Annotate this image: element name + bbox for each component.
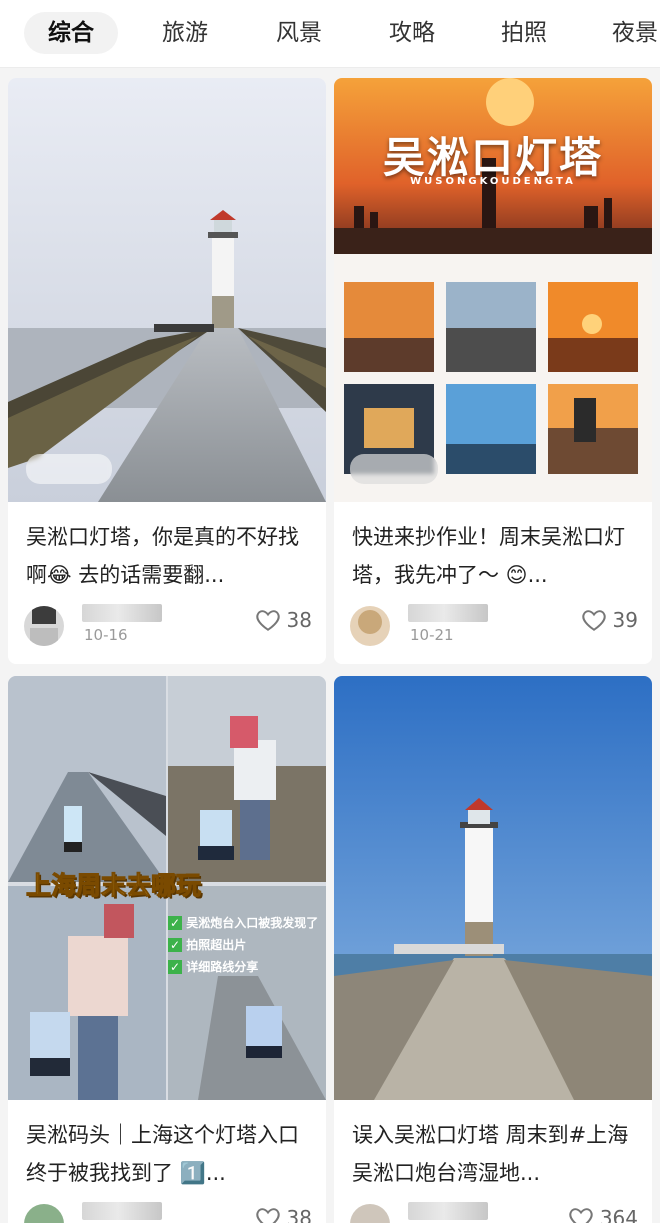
checklist-item: ✓ 详细路线分享 xyxy=(168,960,259,974)
post-meta: 10-16 38 xyxy=(24,602,312,650)
username[interactable] xyxy=(82,604,162,622)
card-cover-image[interactable] xyxy=(334,676,652,1100)
category-tabs: 综合 旅游 风景 攻略 拍照 夜景 xyxy=(0,0,660,68)
feed-card[interactable]: 吴淞口灯塔 WUSONGKOUDENGTA 快进来抄作业！周末吴淞口灯塔，我先冲… xyxy=(334,78,652,664)
card-cover-image[interactable]: 吴淞口灯塔 WUSONGKOUDENGTA xyxy=(334,78,652,502)
post-title[interactable]: 吴淞码头｜上海这个灯塔入口终于被我找到了 1️⃣... xyxy=(26,1116,312,1192)
avatar[interactable] xyxy=(24,1204,64,1223)
post-meta: 364 xyxy=(350,1200,638,1223)
card-cover-image[interactable] xyxy=(8,78,326,502)
lighthouse-pier-photo xyxy=(8,78,326,502)
checklist-item: ✓ 吴淞炮台入口被我发现了 xyxy=(168,916,319,930)
checklist-item: ✓ 拍照超出片 xyxy=(168,938,247,952)
overlay-title: 上海周末去哪玩 xyxy=(25,871,202,901)
lighthouse-blue-sky-photo xyxy=(334,676,652,1100)
like-button[interactable]: 364 xyxy=(568,1206,638,1223)
post-date: 10-21 xyxy=(410,626,454,644)
avatar[interactable] xyxy=(24,606,64,646)
tab-guide[interactable]: 攻略 xyxy=(389,12,435,54)
heart-outline-icon xyxy=(569,1208,593,1223)
username[interactable] xyxy=(82,1202,162,1220)
username[interactable] xyxy=(408,604,488,622)
avatar[interactable] xyxy=(350,1204,390,1223)
tab-comprehensive[interactable]: 综合 xyxy=(24,12,118,54)
tab-photography[interactable]: 拍照 xyxy=(501,12,547,54)
like-count: 38 xyxy=(286,608,312,632)
heart-outline-icon xyxy=(581,610,606,631)
post-meta: 38 xyxy=(24,1200,312,1223)
like-button[interactable]: 38 xyxy=(255,608,312,632)
avatar[interactable] xyxy=(350,606,390,646)
tab-scenery[interactable]: 风景 xyxy=(276,12,322,54)
overlay-checklist: ✓ 吴淞炮台入口被我发现了 ✓ 拍照超出片 ✓ 详细路线分享 xyxy=(168,912,318,978)
post-title[interactable]: 误入吴淞口灯塔 周末到#上海吴淞口炮台湾湿地... xyxy=(352,1116,638,1192)
heart-outline-icon xyxy=(255,610,280,631)
like-button[interactable]: 39 xyxy=(581,608,638,632)
feed-card[interactable]: 吴淞口灯塔，你是真的不好找啊😂 去的话需要翻... 10-16 38 xyxy=(8,78,326,664)
tab-night-view[interactable]: 夜景 xyxy=(612,12,658,54)
post-date: 10-16 xyxy=(84,626,128,644)
post-meta: 10-21 39 xyxy=(350,602,638,650)
feed-card[interactable]: 误入吴淞口灯塔 周末到#上海吴淞口炮台湾湿地... 364 xyxy=(334,676,652,1223)
location-tag xyxy=(26,454,112,484)
like-button[interactable]: 38 xyxy=(255,1206,312,1223)
post-title[interactable]: 快进来抄作业！周末吴淞口灯塔，我先冲了～ 😊... xyxy=(352,518,638,594)
like-count: 39 xyxy=(612,608,638,632)
card-cover-image[interactable]: 上海周末去哪玩 ✓ 吴淞炮台入口被我发现了 ✓ 拍照超出片 ✓ 详细路线分享 xyxy=(8,676,326,1100)
location-tag xyxy=(350,454,438,484)
cover-subtitle: WUSONGKOUDENGTA xyxy=(410,176,576,187)
feed-card[interactable]: 上海周末去哪玩 ✓ 吴淞炮台入口被我发现了 ✓ 拍照超出片 ✓ 详细路线分享 吴… xyxy=(8,676,326,1223)
like-count: 38 xyxy=(286,1206,312,1223)
heart-outline-icon xyxy=(255,1208,280,1223)
post-title[interactable]: 吴淞口灯塔，你是真的不好找啊😂 去的话需要翻... xyxy=(26,518,312,594)
username[interactable] xyxy=(408,1202,488,1220)
tab-travel[interactable]: 旅游 xyxy=(162,12,208,54)
like-count: 364 xyxy=(599,1206,638,1223)
